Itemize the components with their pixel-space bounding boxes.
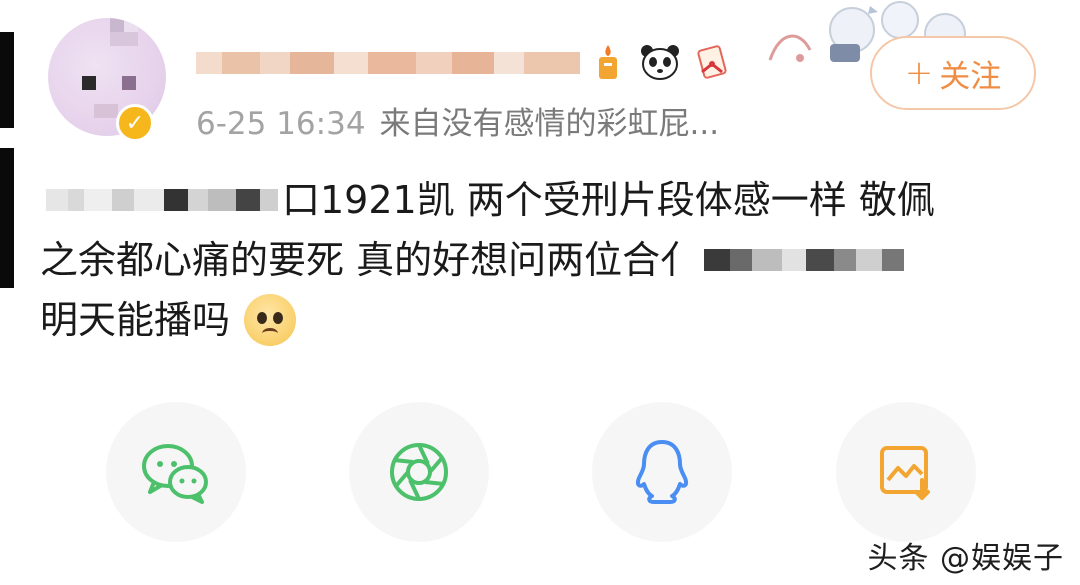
post-text-line: 口1921凯 两个受刑片段体感一样 敬佩 <box>40 170 1030 230</box>
left-edge-artifact <box>0 148 14 288</box>
panda-icon <box>638 40 682 84</box>
share-wechat-button[interactable] <box>106 402 246 542</box>
save-image-button[interactable] <box>836 402 976 542</box>
post-text: 之余都心痛的要死 真的好想问两位合亻 <box>40 238 699 282</box>
post-source[interactable]: 来自没有感情的彩虹屁... <box>380 98 720 143</box>
plus-icon: + <box>904 53 934 93</box>
follow-button[interactable]: + 关注 <box>870 36 1036 110</box>
share-moments-button[interactable] <box>349 402 489 542</box>
post-text-line: 明天能播吗 <box>40 290 1030 350</box>
post-text-line: 之余都心痛的要死 真的好想问两位合亻 <box>40 230 1030 290</box>
watermark: 头条 @娱娱子 <box>867 541 1064 576</box>
pleading-face-emoji-icon <box>244 294 297 346</box>
left-edge-artifact <box>0 32 14 128</box>
save-image-icon <box>880 446 930 500</box>
wechat-icon <box>142 444 208 504</box>
censored-text <box>46 180 278 220</box>
follow-button-label: 关注 <box>939 58 1002 95</box>
username-censored[interactable] <box>196 44 596 82</box>
verified-badge-icon: ✓ <box>116 104 154 142</box>
qq-icon <box>635 440 689 504</box>
moments-icon <box>390 443 448 501</box>
post-meta: 6-25 16:34 来自没有感情的彩虹屁... <box>196 98 719 143</box>
user-badges <box>586 40 734 84</box>
censored-text <box>704 240 905 280</box>
scroll-gift-icon <box>690 40 734 84</box>
post-timestamp: 6-25 16:34 <box>196 106 366 142</box>
candle-icon <box>586 40 630 84</box>
post-text: 明天能播吗 <box>40 298 231 342</box>
post-content: 口1921凯 两个受刑片段体感一样 敬佩 之余都心痛的要死 真的好想问两位合亻 … <box>40 170 1030 350</box>
weibo-post-screenshot: ✓ 6-25 16:34 来自没有感情的彩虹屁... + 关注 口1921凯 两… <box>0 0 1080 585</box>
post-text: 口1921凯 两个受刑片段体感一样 敬佩 <box>282 178 935 222</box>
share-qq-button[interactable] <box>592 402 732 542</box>
